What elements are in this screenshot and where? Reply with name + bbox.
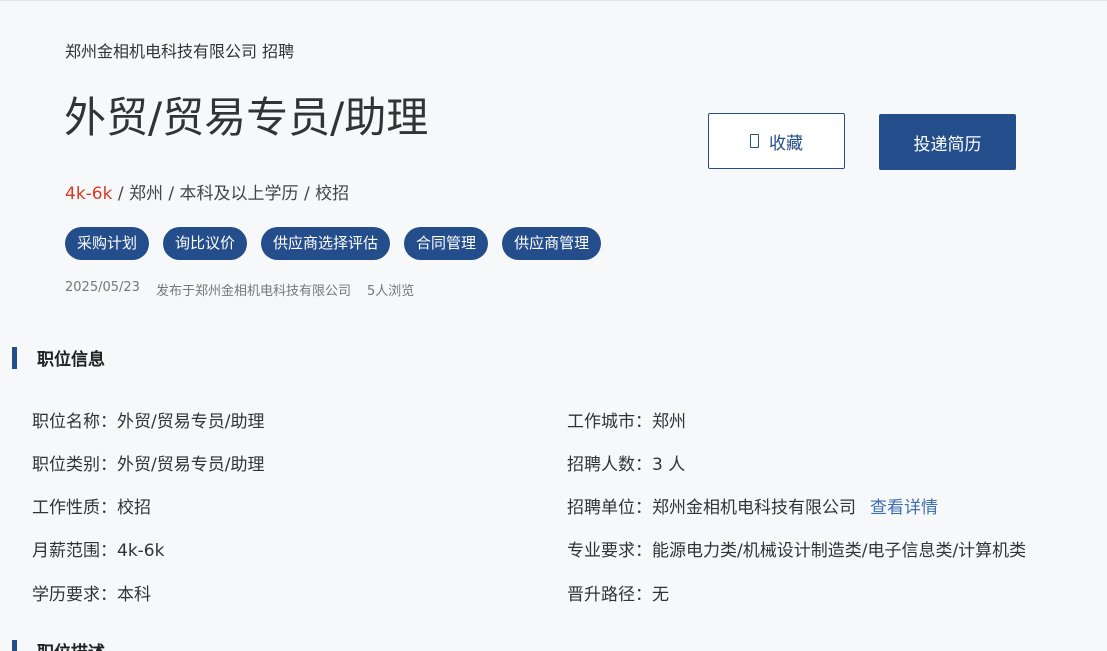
- info-value: 郑州: [652, 412, 686, 432]
- section-title: 职位描述: [37, 638, 105, 651]
- skill-tags: 采购计划 询比议价 供应商选择评估 合同管理 供应商管理: [65, 227, 602, 260]
- section-accent-bar: [12, 346, 17, 369]
- info-label: 工作性质：: [32, 498, 117, 518]
- skill-tag[interactable]: 采购计划: [65, 227, 150, 260]
- info-job-category: 职位类别：外贸/贸易专员/助理: [32, 450, 264, 475]
- info-major: 专业要求：能源电力类/机械设计制造类/电子信息类/计算机类: [567, 536, 1026, 561]
- info-value: 能源电力类/机械设计制造类/电子信息类/计算机类: [652, 541, 1027, 561]
- section-header-job-info: 职位信息: [12, 345, 105, 370]
- info-label: 学历要求：: [32, 585, 117, 605]
- info-salary: 月薪范围：4k-6k: [32, 536, 164, 561]
- publisher: 发布于郑州金相机电科技有限公司: [155, 284, 351, 299]
- info-work-city: 工作城市：郑州: [567, 407, 686, 432]
- info-label: 职位类别：: [32, 455, 117, 475]
- apply-resume-button[interactable]: 投递简历: [879, 114, 1016, 170]
- skill-tag[interactable]: 询比议价: [163, 227, 248, 260]
- info-value: 3 人: [652, 455, 686, 475]
- info-label: 晋升路径：: [567, 585, 652, 605]
- info-value: 4k-6k: [117, 541, 165, 561]
- salary-range: 4k-6k: [65, 184, 113, 204]
- info-promotion: 晋升路径：无: [567, 580, 669, 605]
- info-label: 月薪范围：: [32, 541, 117, 561]
- info-value: 本科: [117, 585, 151, 605]
- bookmark-icon: [750, 134, 759, 148]
- info-headcount: 招聘人数：3 人: [567, 450, 685, 475]
- info-job-name: 职位名称：外贸/贸易专员/助理: [32, 407, 264, 432]
- skill-tag[interactable]: 供应商选择评估: [261, 227, 391, 260]
- section-title: 职位信息: [37, 350, 105, 370]
- skill-tag[interactable]: 供应商管理: [502, 227, 602, 260]
- info-label: 招聘单位：: [567, 498, 652, 518]
- view-count: 5人浏览: [366, 284, 415, 299]
- post-meta: 2025/05/23 发布于郑州金相机电科技有限公司 5人浏览: [65, 280, 414, 299]
- job-meta-rest: / 郑州 / 本科及以上学历 / 校招: [112, 184, 350, 204]
- info-value: 校招: [117, 498, 151, 518]
- job-meta-line: 4k-6k / 郑州 / 本科及以上学历 / 校招: [65, 179, 349, 204]
- view-details-link[interactable]: 查看详情: [870, 498, 938, 518]
- info-label: 职位名称：: [32, 412, 117, 432]
- job-title: 外贸/贸易专员/助理: [64, 93, 429, 142]
- section-accent-bar: [12, 639, 17, 651]
- section-header-job-desc: 职位描述: [12, 638, 105, 651]
- favorite-button[interactable]: 收藏: [708, 113, 845, 169]
- info-label: 工作城市：: [567, 412, 652, 432]
- post-date: 2025/05/23: [65, 280, 140, 295]
- job-detail-page: 郑州金相机电科技有限公司 招聘 外贸/贸易专员/助理 4k-6k / 郑州 / …: [0, 0, 1107, 651]
- favorite-label: 收藏: [769, 133, 803, 154]
- company-recruit-line: 郑州金相机电科技有限公司 招聘: [65, 42, 295, 61]
- info-label: 招聘人数：: [567, 455, 652, 475]
- skill-tag[interactable]: 合同管理: [404, 227, 489, 260]
- info-label: 专业要求：: [567, 541, 652, 561]
- info-employer: 招聘单位：郑州金相机电科技有限公司 查看详情: [567, 493, 938, 518]
- info-value: 郑州金相机电科技有限公司: [652, 498, 856, 518]
- info-value: 无: [652, 585, 669, 605]
- info-education: 学历要求：本科: [32, 580, 151, 605]
- info-value: 外贸/贸易专员/助理: [117, 412, 265, 432]
- info-job-nature: 工作性质：校招: [32, 493, 151, 518]
- info-value: 外贸/贸易专员/助理: [117, 455, 265, 475]
